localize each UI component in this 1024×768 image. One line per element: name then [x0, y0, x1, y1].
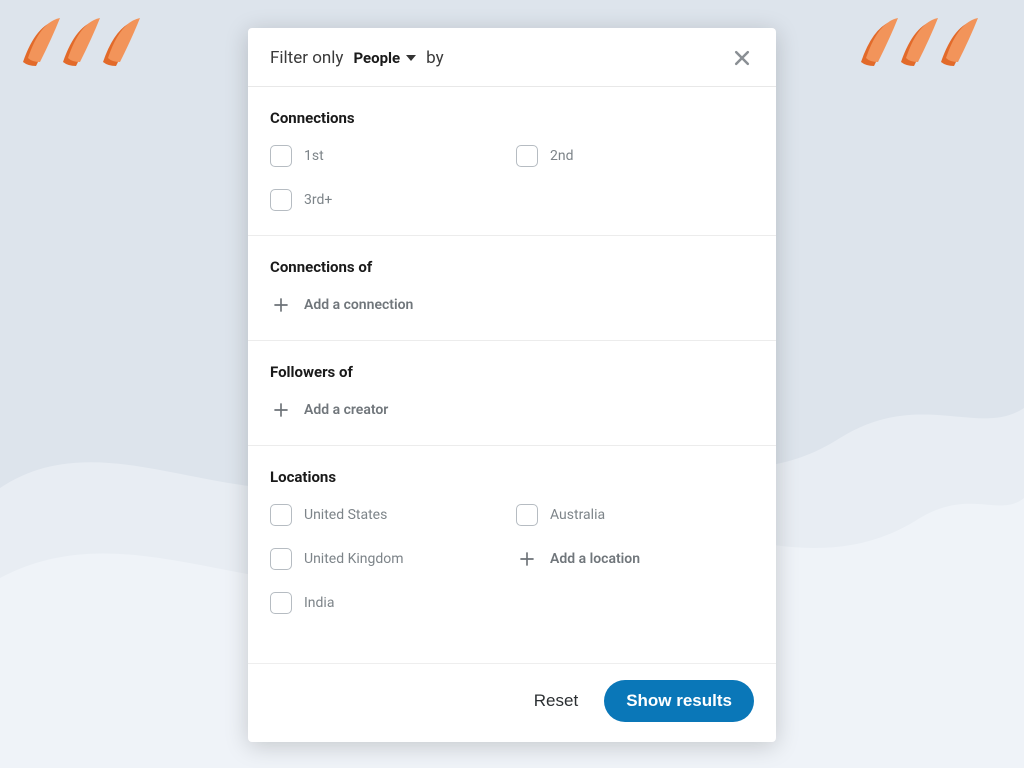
add-location-button[interactable]: Add a location: [516, 548, 754, 570]
checkbox-label: United Kingdom: [304, 551, 404, 567]
plus-icon: [270, 399, 292, 421]
section-connections-of: Connections of Add a connection: [248, 236, 776, 341]
section-title: Followers of: [270, 363, 754, 381]
checkbox-location-uk[interactable]: United Kingdom: [270, 548, 508, 570]
checkbox-connection-3rdplus[interactable]: 3rd+: [270, 189, 508, 211]
filter-modal: Filter only People by Connections 1st 2n…: [248, 28, 776, 742]
add-connection-button[interactable]: Add a connection: [270, 294, 754, 316]
section-followers-of: Followers of Add a creator: [248, 341, 776, 446]
section-locations: Locations United States Australia United…: [248, 446, 776, 638]
checkbox-location-in[interactable]: India: [270, 592, 508, 614]
checkbox-label: 1st: [304, 148, 324, 164]
add-label: Add a location: [550, 551, 640, 567]
show-results-button[interactable]: Show results: [604, 680, 754, 722]
section-connections: Connections 1st 2nd 3rd+: [248, 87, 776, 236]
reset-button[interactable]: Reset: [528, 683, 584, 719]
entity-type-dropdown[interactable]: People: [353, 49, 416, 67]
plus-icon: [270, 294, 292, 316]
checkbox-label: 3rd+: [304, 192, 332, 208]
checkbox-label: United States: [304, 507, 387, 523]
checkbox-icon: [270, 504, 292, 526]
header-prefix: Filter only: [270, 48, 343, 68]
checkbox-icon: [270, 145, 292, 167]
checkbox-label: India: [304, 595, 334, 611]
modal-footer: Reset Show results: [248, 663, 776, 742]
modal-header: Filter only People by: [248, 28, 776, 87]
checkbox-icon: [270, 548, 292, 570]
modal-body[interactable]: Connections 1st 2nd 3rd+ Connections of: [248, 87, 776, 663]
add-label: Add a creator: [304, 402, 388, 418]
plus-icon: [516, 548, 538, 570]
checkbox-label: Australia: [550, 507, 605, 523]
checkbox-location-au[interactable]: Australia: [516, 504, 754, 526]
checkbox-icon: [516, 504, 538, 526]
checkbox-connection-2nd[interactable]: 2nd: [516, 145, 754, 167]
section-title: Connections of: [270, 258, 754, 276]
checkbox-icon: [270, 189, 292, 211]
checkbox-location-us[interactable]: United States: [270, 504, 508, 526]
checkbox-label: 2nd: [550, 148, 574, 164]
checkbox-connection-1st[interactable]: 1st: [270, 145, 508, 167]
section-title: Locations: [270, 468, 754, 486]
logo-swoosh-right: [856, 14, 1006, 74]
dropdown-value: People: [353, 49, 400, 67]
section-title: Connections: [270, 109, 754, 127]
chevron-down-icon: [406, 55, 416, 61]
add-label: Add a connection: [304, 297, 413, 313]
add-creator-button[interactable]: Add a creator: [270, 399, 754, 421]
checkbox-icon: [270, 592, 292, 614]
checkbox-icon: [516, 145, 538, 167]
logo-swoosh-left: [18, 14, 168, 74]
close-button[interactable]: [730, 46, 754, 70]
close-icon: [732, 48, 752, 68]
header-suffix: by: [426, 48, 444, 68]
